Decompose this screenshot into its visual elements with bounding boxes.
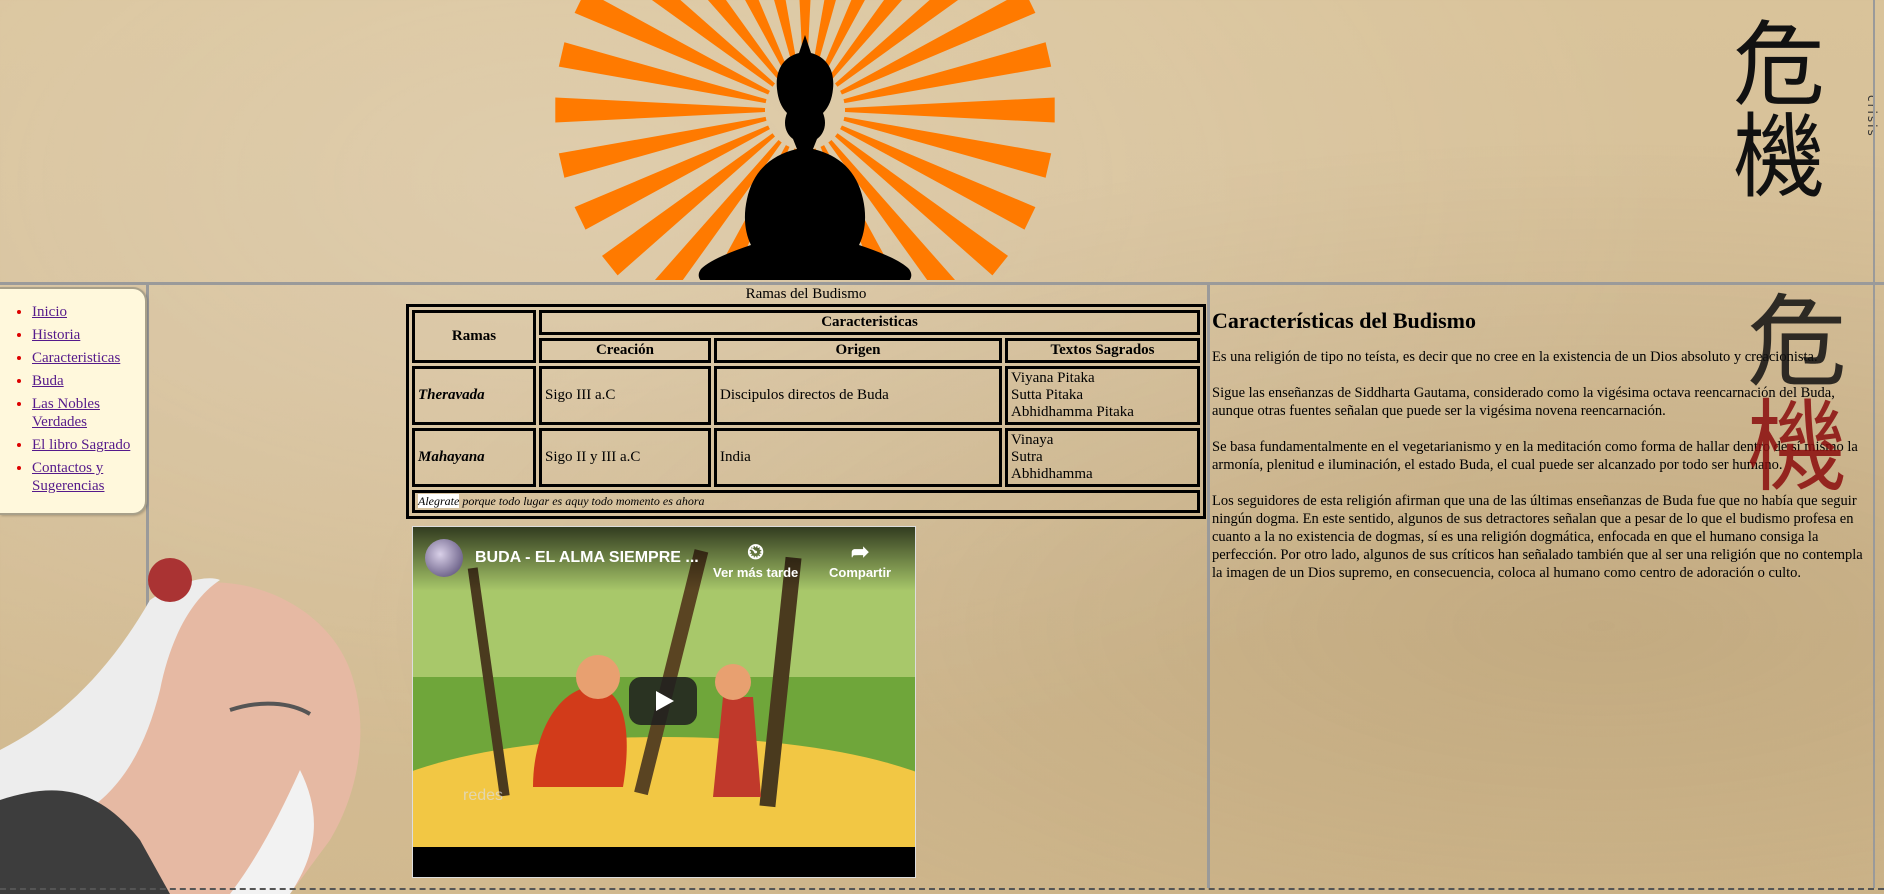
quote-highlight: Alegrate xyxy=(418,494,460,508)
header-origen: Origen xyxy=(714,338,1002,363)
watch-later-button[interactable]: ⏲ Ver más tarde xyxy=(713,539,798,580)
table-footer-row: Alegrate porque todo lugar es aquy todo … xyxy=(412,490,1200,513)
nav-item-contactos: Contactos y Sugerencias xyxy=(32,459,145,495)
cell-textos: Viyana Pitaka Sutta Pitaka Abhidhamma Pi… xyxy=(1005,366,1200,425)
quote-rest: porque todo lugar es aquy todo momento e… xyxy=(459,494,705,508)
texto-item: Viyana Pitaka xyxy=(1011,370,1095,386)
frame-divider-middle[interactable] xyxy=(1207,284,1210,888)
header-caracteristicas: Caracteristicas xyxy=(539,310,1200,335)
header-textos-sagrados: Textos Sagrados xyxy=(1005,338,1200,363)
video-title[interactable]: BUDA - EL ALMA SIEMPRE ... xyxy=(475,549,699,567)
nav-item-caracteristicas: Caracteristicas xyxy=(32,349,145,367)
table-footer-quote: Alegrate porque todo lugar es aquy todo … xyxy=(412,490,1200,513)
header-creacion: Creación xyxy=(539,338,711,363)
sun-ray xyxy=(845,97,1055,123)
sidebar-nav: Inicio Historia Caracteristicas Buda Las… xyxy=(0,287,147,515)
share-icon: ➦ xyxy=(850,539,870,564)
nav-item-buda: Buda xyxy=(32,372,145,390)
channel-avatar[interactable] xyxy=(425,539,463,577)
clock-icon: ⏲ xyxy=(747,539,765,564)
table-header-row: Ramas Caracteristicas xyxy=(412,310,1200,363)
share-button[interactable]: ➦ Compartir xyxy=(829,539,891,580)
kanji-opportunity-secondary: 機 xyxy=(1747,389,1847,506)
header-ramas: Ramas xyxy=(412,310,536,363)
bottom-border xyxy=(0,888,1884,890)
nav-list: Inicio Historia Caracteristicas Buda Las… xyxy=(0,289,145,495)
cell-creacion: Sigo III a.C xyxy=(539,366,711,425)
kanji-danger-secondary: 危 xyxy=(1747,284,1847,401)
sun-ray xyxy=(555,97,765,123)
table-row: Theravada Sigo III a.C Discipulos direct… xyxy=(412,366,1200,425)
texto-item: Sutta Pitaka xyxy=(1011,387,1084,403)
kanji-crisis-column: 危 機 xyxy=(1709,20,1849,204)
buddha-sun-logo xyxy=(555,0,1055,282)
nav-link-libro-sagrado[interactable]: El libro Sagrado xyxy=(32,437,130,453)
table-caption: Ramas del Budismo xyxy=(745,286,867,302)
nav-link-caracteristicas[interactable]: Caracteristicas xyxy=(32,350,120,366)
table-row: Mahayana Sigo II y III a.C India Vinaya … xyxy=(412,428,1200,487)
kanji-background-column: 危 機 xyxy=(1722,290,1872,500)
texto-item: Vinaya xyxy=(1011,432,1054,448)
cell-origen: Discipulos directos de Buda xyxy=(714,366,1002,425)
cell-textos: Vinaya Sutra Abhidhamma xyxy=(1005,428,1200,487)
header-banner: 危 機 crisis xyxy=(0,0,1884,282)
youtube-video-embed[interactable]: BUDA - EL ALMA SIEMPRE ... ⏲ Ver más tar… xyxy=(412,526,916,878)
nav-link-contactos[interactable]: Contactos y Sugerencias xyxy=(32,460,104,494)
ramas-table: Ramas Caracteristicas Creación Origen Te… xyxy=(406,304,1206,519)
nav-link-historia[interactable]: Historia xyxy=(32,327,80,343)
kanji-caption: crisis xyxy=(1865,95,1879,138)
video-watermark: redes xyxy=(463,787,504,804)
frame-divider-right xyxy=(1873,0,1875,888)
watch-later-label: Ver más tarde xyxy=(713,565,799,580)
texto-item: Sutra xyxy=(1011,449,1043,465)
nav-item-nobles-verdades: Las Nobles Verdades xyxy=(32,395,145,431)
nav-link-nobles-verdades[interactable]: Las Nobles Verdades xyxy=(32,396,100,430)
video-top-bar: BUDA - EL ALMA SIEMPRE ... ⏲ Ver más tar… xyxy=(413,527,915,591)
cell-rama: Theravada xyxy=(412,366,536,425)
nav-item-inicio: Inicio xyxy=(32,303,145,321)
nav-link-buda[interactable]: Buda xyxy=(32,373,64,389)
share-label: Compartir xyxy=(829,565,892,580)
cell-origen: India xyxy=(714,428,1002,487)
cell-rama: Mahayana xyxy=(412,428,536,487)
texto-item: Abhidhamma Pitaka xyxy=(1011,404,1134,420)
texto-item: Abhidhamma xyxy=(1011,466,1093,482)
cell-creacion: Sigo II y III a.C xyxy=(539,428,711,487)
nav-item-libro-sagrado: El libro Sagrado xyxy=(32,436,145,454)
nav-link-inicio[interactable]: Inicio xyxy=(32,304,67,320)
buddha-silhouette-icon xyxy=(555,0,1055,282)
play-button[interactable] xyxy=(629,677,697,725)
kanji-danger: 危 xyxy=(1732,12,1825,119)
nav-item-historia: Historia xyxy=(32,326,145,344)
kanji-opportunity: 機 xyxy=(1732,104,1825,211)
main-frame: Ramas del Budismo Ramas Caracteristicas … xyxy=(150,284,1206,888)
